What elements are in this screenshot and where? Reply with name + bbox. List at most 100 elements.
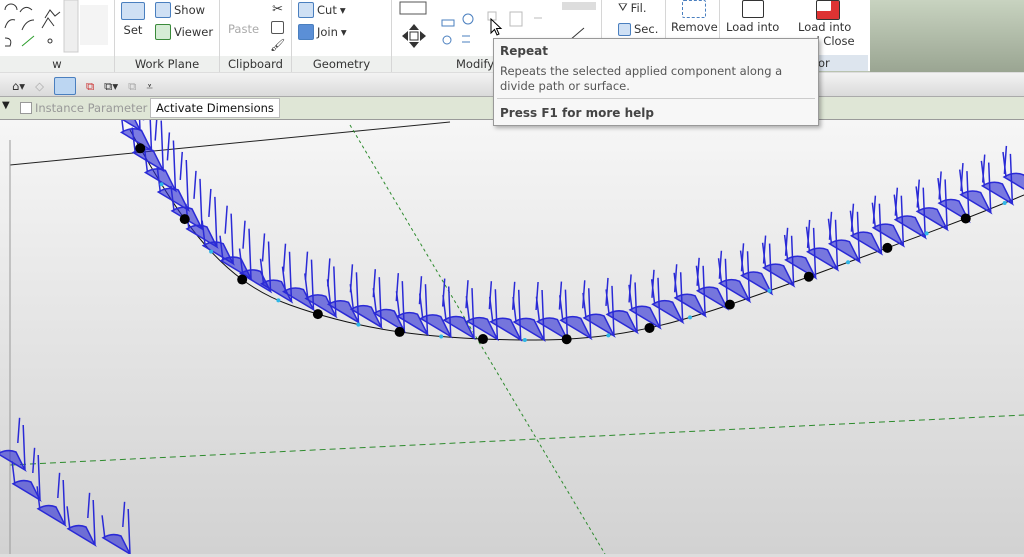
divider: [497, 98, 815, 99]
activate-dimensions-button[interactable]: Activate Dimensions: [150, 98, 280, 118]
divide-point[interactable]: [688, 315, 693, 320]
repeated-component[interactable]: [673, 257, 707, 318]
cut-icon: [298, 2, 314, 18]
lower-components: [0, 417, 132, 556]
node-point[interactable]: [477, 334, 488, 345]
panel-work-plane: Set Show Viewer Work Plane: [115, 0, 220, 72]
dropdown-icon: ▾: [339, 3, 346, 17]
divide-point[interactable]: [439, 334, 444, 339]
node-point[interactable]: [561, 334, 572, 345]
panel-geometry: Cut ▾ Join ▾ Geometry: [292, 0, 392, 72]
node-point[interactable]: [312, 309, 323, 320]
filter-button[interactable]: ⛛ Fil.: [618, 0, 647, 15]
load-into-project-icon: [741, 0, 764, 18]
repeated-component[interactable]: [512, 281, 546, 342]
join-icon: [298, 24, 314, 40]
node-point[interactable]: [237, 274, 248, 285]
visibility-icon[interactable]: ◇: [35, 79, 44, 93]
repeated-component[interactable]: [739, 235, 774, 296]
cut-button[interactable]: Cut ▾: [298, 2, 346, 18]
repeated-component[interactable]: [605, 274, 639, 335]
divide-point[interactable]: [276, 298, 281, 303]
thin-lines-icon[interactable]: [53, 77, 76, 95]
node-point[interactable]: [644, 322, 655, 333]
node-point[interactable]: [394, 326, 405, 337]
3d-model-view[interactable]: [0, 71, 1024, 556]
repeated-component[interactable]: [559, 280, 593, 341]
panel-draw: w: [0, 0, 115, 72]
close-hidden-icon[interactable]: ⧉: [86, 79, 94, 94]
repeated-component[interactable]: [717, 243, 752, 304]
show-icon: [155, 2, 171, 18]
repeated-component[interactable]: [695, 250, 730, 311]
set-button[interactable]: Set: [121, 2, 145, 37]
grid-icon: [121, 2, 145, 20]
repeated-component[interactable]: [761, 227, 796, 288]
section-button[interactable]: Sec.: [618, 22, 658, 36]
repeated-component[interactable]: [650, 264, 685, 325]
home-icon[interactable]: ⌂▾: [12, 79, 25, 93]
node-point[interactable]: [135, 143, 146, 154]
copy-icon: [271, 21, 285, 34]
join-button[interactable]: Join ▾: [298, 24, 347, 40]
repeated-component[interactable]: [893, 179, 928, 240]
tile-icon[interactable]: ⧉: [128, 79, 136, 94]
repeated-component[interactable]: [628, 269, 662, 330]
node-point[interactable]: [179, 214, 190, 225]
load-close-icon: [816, 0, 840, 20]
show-button[interactable]: Show: [155, 2, 205, 18]
draw-tools-icon[interactable]: [0, 0, 110, 54]
filter-icon: ⛛: [618, 0, 628, 14]
divide-point[interactable]: [159, 182, 164, 187]
repeated-component[interactable]: [36, 472, 67, 527]
checkbox-icon[interactable]: [20, 102, 32, 114]
node-point[interactable]: [803, 271, 814, 282]
mouse-cursor-icon: [490, 18, 503, 36]
viewer-button[interactable]: Viewer: [155, 24, 213, 40]
divide-point[interactable]: [924, 231, 929, 236]
reference-plane-horizontal[interactable]: [9, 414, 1024, 466]
match-properties-icon: 🖌: [270, 38, 286, 52]
reference-line[interactable]: [9, 121, 451, 166]
divide-point[interactable]: [356, 322, 361, 327]
divide-point[interactable]: [846, 260, 851, 265]
repeated-component[interactable]: [871, 187, 906, 248]
remove-button[interactable]: Remove: [671, 0, 718, 34]
divide-point[interactable]: [209, 249, 214, 254]
repeated-component[interactable]: [827, 203, 862, 264]
divide-point[interactable]: [1002, 200, 1007, 205]
viewer-icon: [155, 24, 171, 40]
repeated-component[interactable]: [805, 211, 840, 272]
node-point[interactable]: [882, 242, 893, 253]
divide-point[interactable]: [522, 337, 527, 342]
divide-point[interactable]: [767, 288, 772, 293]
scissors-icon: ✂: [272, 2, 284, 17]
tooltip-repeat: Repeat Repeats the selected applied comp…: [493, 38, 819, 126]
dropdown-icon[interactable]: ▼: [2, 100, 10, 111]
instance-parameter-checkbox[interactable]: Instance Parameter: [20, 101, 147, 115]
customize-toolbar-icon[interactable]: ⩡: [146, 79, 153, 94]
repeated-component[interactable]: [915, 171, 949, 232]
repeated-component[interactable]: [783, 219, 818, 280]
repeated-component[interactable]: [582, 277, 616, 338]
clipboard-tools[interactable]: ✂ 🖌: [270, 2, 285, 52]
repeated-component[interactable]: [101, 501, 132, 556]
repeated-component[interactable]: [535, 281, 570, 342]
switch-windows-icon[interactable]: ⧉▾: [104, 79, 118, 94]
paste-button[interactable]: Paste: [228, 22, 259, 36]
drawing-canvas[interactable]: [0, 71, 1024, 556]
ribbon-background: [870, 0, 1024, 72]
divide-point[interactable]: [606, 333, 611, 338]
repeated-component[interactable]: [488, 281, 523, 342]
repeated-component[interactable]: [66, 492, 97, 547]
panel-clipboard: Paste ✂ 🖌 Clipboard: [220, 0, 292, 72]
section-box-icon: [618, 22, 631, 36]
node-point[interactable]: [724, 299, 735, 310]
dropdown-icon: ▾: [340, 25, 347, 39]
node-point[interactable]: [960, 213, 971, 224]
repeated-components: [108, 71, 1024, 345]
repeated-component[interactable]: [849, 195, 884, 256]
remove-icon: [682, 0, 707, 18]
load-into-project-button[interactable]: Load into: [726, 0, 779, 34]
repeated-component[interactable]: [1002, 137, 1024, 195]
